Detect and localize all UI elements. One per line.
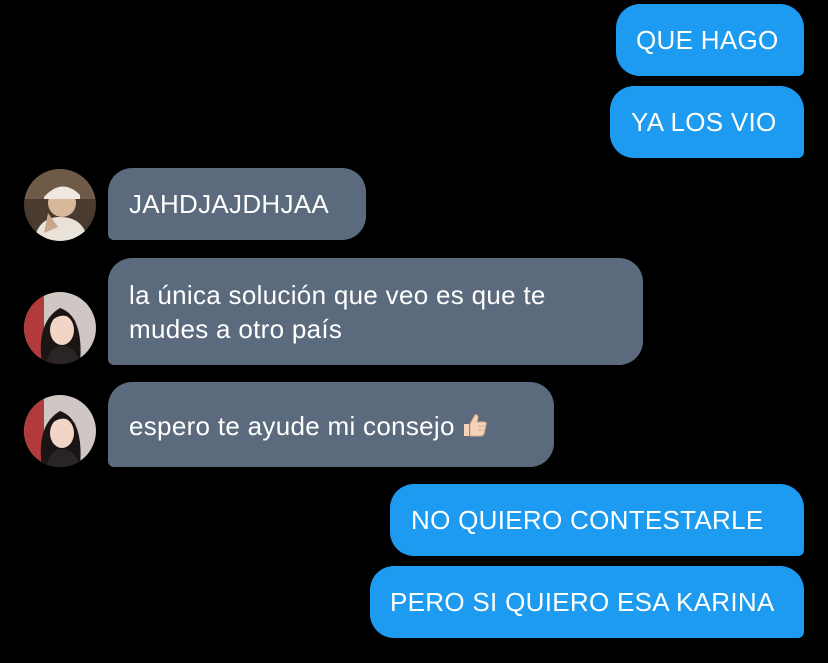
message-text: PERO SI QUIERO ESA KARINA [390,587,775,617]
message-bubble-received[interactable]: JAHDJAJDHJAA [108,168,366,240]
message-text: JAHDJAJDHJAA [129,189,330,219]
message-bubble-received[interactable]: espero te ayude mi consejo [108,382,554,467]
sender-avatar[interactable] [24,395,96,467]
message-bubble-sent[interactable]: YA LOS VIO [610,86,804,158]
avatar-photo-girl-icon [24,395,96,467]
message-bubble-received[interactable]: la única solución que veo es que te mude… [108,258,643,365]
message-text: espero te ayude mi consejo [129,411,455,441]
message-text-line: la única solución que veo es que te [129,280,546,310]
chat-thread: QUE HAGO YA LOS VIO JAHDJAJDHJAA la únic… [0,0,828,663]
sender-avatar[interactable] [24,292,96,364]
message-text: YA LOS VIO [631,107,777,137]
avatar-photo-girl-icon [24,292,96,364]
message-text: QUE HAGO [636,25,779,55]
avatar-photo-cap-icon [24,169,96,241]
message-bubble-sent[interactable]: NO QUIERO CONTESTARLE [390,484,804,556]
message-text: NO QUIERO CONTESTARLE [411,505,764,535]
thumbs-up-icon [461,411,489,447]
sender-avatar[interactable] [24,169,96,241]
message-bubble-sent[interactable]: QUE HAGO [616,4,804,76]
message-text-line: mudes a otro país [129,314,343,344]
message-bubble-sent[interactable]: PERO SI QUIERO ESA KARINA [370,566,804,638]
